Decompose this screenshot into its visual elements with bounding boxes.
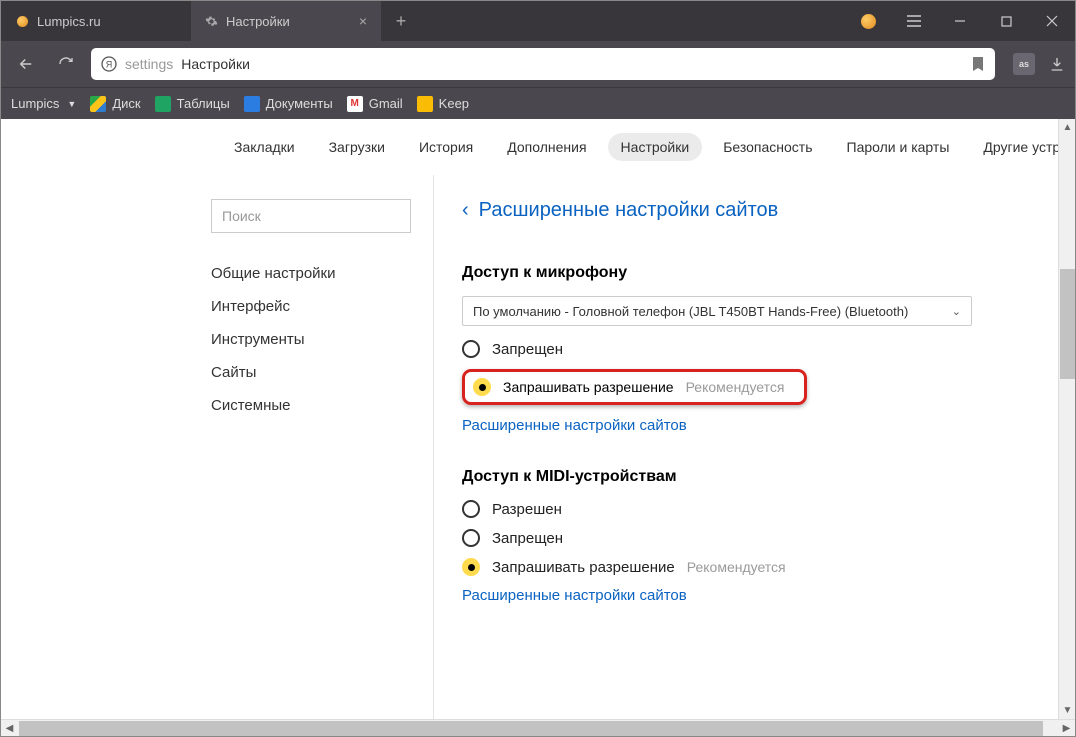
midi-option-deny[interactable]: Запрещен <box>462 529 1049 547</box>
omnibox-prefix: settings <box>125 56 173 72</box>
radio-label: Запрещен <box>492 530 563 547</box>
recommended-label: Рекомендуется <box>686 379 785 395</box>
bookmark-docs[interactable]: Документы <box>244 96 333 112</box>
back-button[interactable] <box>11 49 41 79</box>
radio-label: Запрещен <box>492 341 563 358</box>
toolbar: Я settings Настройки as <box>1 41 1075 87</box>
sidebar-item-tools[interactable]: Инструменты <box>211 323 433 356</box>
drive-icon <box>90 96 106 112</box>
nav-addons[interactable]: Дополнения <box>494 133 599 161</box>
mic-option-ask-highlight: Запрашивать разрешение Рекомендуется <box>462 369 807 405</box>
nav-downloads[interactable]: Загрузки <box>316 133 398 161</box>
gmail-icon: M <box>347 96 363 112</box>
radio-selected-icon[interactable] <box>473 378 491 396</box>
bookmark-label: Документы <box>266 96 333 111</box>
back-link-label: Расширенные настройки сайтов <box>479 199 779 222</box>
scroll-down-arrow-icon[interactable]: ▼ <box>1059 702 1076 719</box>
yandex-logo-icon: Я <box>101 56 117 72</box>
chevron-left-icon: ‹ <box>462 199 469 222</box>
downloads-icon[interactable] <box>1049 56 1065 72</box>
sidebar-item-system[interactable]: Системные <box>211 389 433 422</box>
section-heading-microphone: Доступ к микрофону <box>462 264 1049 282</box>
tab-lumpics[interactable]: Lumpics.ru <box>1 1 191 41</box>
back-link[interactable]: ‹ Расширенные настройки сайтов <box>462 199 1049 222</box>
nav-history[interactable]: История <box>406 133 486 161</box>
titlebar: Lumpics.ru Настройки × + <box>1 1 1075 41</box>
bookmark-label: Gmail <box>369 96 403 111</box>
vertical-scrollbar[interactable]: ▲ ▼ <box>1058 119 1075 719</box>
sidebar-item-sites[interactable]: Сайты <box>211 356 433 389</box>
reload-button[interactable] <box>51 49 81 79</box>
minimize-button[interactable] <box>937 1 983 41</box>
tab-title: Lumpics.ru <box>37 14 101 29</box>
tab-title: Настройки <box>226 14 290 29</box>
settings-nav: Закладки Загрузки История Дополнения Нас… <box>1 119 1075 175</box>
address-bar[interactable]: Я settings Настройки <box>91 48 995 80</box>
scrollbar-thumb[interactable] <box>19 721 1043 736</box>
radio-label: Запрашивать разрешение <box>503 379 674 395</box>
omnibox-title: Настройки <box>181 56 250 72</box>
gear-icon <box>205 15 218 28</box>
mic-option-deny[interactable]: Запрещен <box>462 340 1049 358</box>
mic-advanced-link[interactable]: Расширенные настройки сайтов <box>462 417 1049 434</box>
bookmark-label: Диск <box>112 96 140 111</box>
scroll-left-arrow-icon[interactable]: ◀ <box>1 720 18 737</box>
sidebar-item-interface[interactable]: Интерфейс <box>211 290 433 323</box>
close-icon[interactable]: × <box>359 13 367 29</box>
scroll-up-arrow-icon[interactable]: ▲ <box>1059 119 1076 136</box>
sheets-icon <box>155 96 171 112</box>
midi-advanced-link[interactable]: Расширенные настройки сайтов <box>462 587 1049 604</box>
bookmark-disk[interactable]: Диск <box>90 96 140 112</box>
select-value: По умолчанию - Головной телефон (JBL T45… <box>473 304 908 319</box>
scrollbar-thumb[interactable] <box>1060 269 1075 379</box>
bookmark-icon[interactable] <box>971 56 985 72</box>
maximize-button[interactable] <box>983 1 1029 41</box>
favicon-lumpics <box>15 14 29 28</box>
radio-icon <box>462 529 480 547</box>
radio-label: Разрешен <box>492 501 562 518</box>
bookmark-gmail[interactable]: M Gmail <box>347 96 403 112</box>
settings-page: Закладки Загрузки История Дополнения Нас… <box>1 119 1075 719</box>
section-heading-midi: Доступ к MIDI-устройствам <box>462 468 1049 486</box>
radio-label: Запрашивать разрешение <box>492 559 675 576</box>
chevron-down-icon: ⌄ <box>952 305 961 318</box>
bookmark-folder-lumpics[interactable]: Lumpics ▼ <box>11 96 76 111</box>
new-tab-button[interactable]: + <box>381 1 421 41</box>
svg-text:Я: Я <box>106 60 113 70</box>
scroll-right-arrow-icon[interactable]: ▶ <box>1058 720 1075 737</box>
chevron-down-icon: ▼ <box>67 99 76 109</box>
nav-settings[interactable]: Настройки <box>608 133 703 161</box>
horizontal-scrollbar[interactable]: ◀ ▶ <box>1 719 1075 736</box>
bookmarks-bar: Lumpics▼ Диск Таблицы Документы M Gmail … <box>1 87 1075 119</box>
docs-icon <box>244 96 260 112</box>
lastfm-extension-icon[interactable]: as <box>1013 53 1035 75</box>
keep-icon <box>417 96 433 112</box>
nav-passwords[interactable]: Пароли и карты <box>834 133 963 161</box>
radio-selected-icon <box>462 558 480 576</box>
radio-icon <box>462 340 480 358</box>
close-window-button[interactable] <box>1029 1 1075 41</box>
bookmark-sheets[interactable]: Таблицы <box>155 96 230 112</box>
profile-icon[interactable] <box>845 1 891 41</box>
nav-bookmarks[interactable]: Закладки <box>221 133 308 161</box>
recommended-label: Рекомендуется <box>687 559 786 575</box>
settings-main: ‹ Расширенные настройки сайтов Доступ к … <box>433 175 1075 719</box>
nav-security[interactable]: Безопасность <box>710 133 825 161</box>
tab-settings[interactable]: Настройки × <box>191 1 381 41</box>
sidebar-item-general[interactable]: Общие настройки <box>211 257 433 290</box>
bookmark-label: Keep <box>439 96 469 111</box>
bookmark-keep[interactable]: Keep <box>417 96 469 112</box>
settings-sidebar: Поиск Общие настройки Интерфейс Инструме… <box>211 175 433 719</box>
search-input[interactable]: Поиск <box>211 199 411 233</box>
bookmark-label: Таблицы <box>177 96 230 111</box>
microphone-device-select[interactable]: По умолчанию - Головной телефон (JBL T45… <box>462 296 972 326</box>
radio-icon <box>462 500 480 518</box>
midi-option-ask[interactable]: Запрашивать разрешение Рекомендуется <box>462 558 1049 576</box>
bookmark-label: Lumpics <box>11 96 59 111</box>
menu-icon[interactable] <box>891 1 937 41</box>
midi-option-allow[interactable]: Разрешен <box>462 500 1049 518</box>
